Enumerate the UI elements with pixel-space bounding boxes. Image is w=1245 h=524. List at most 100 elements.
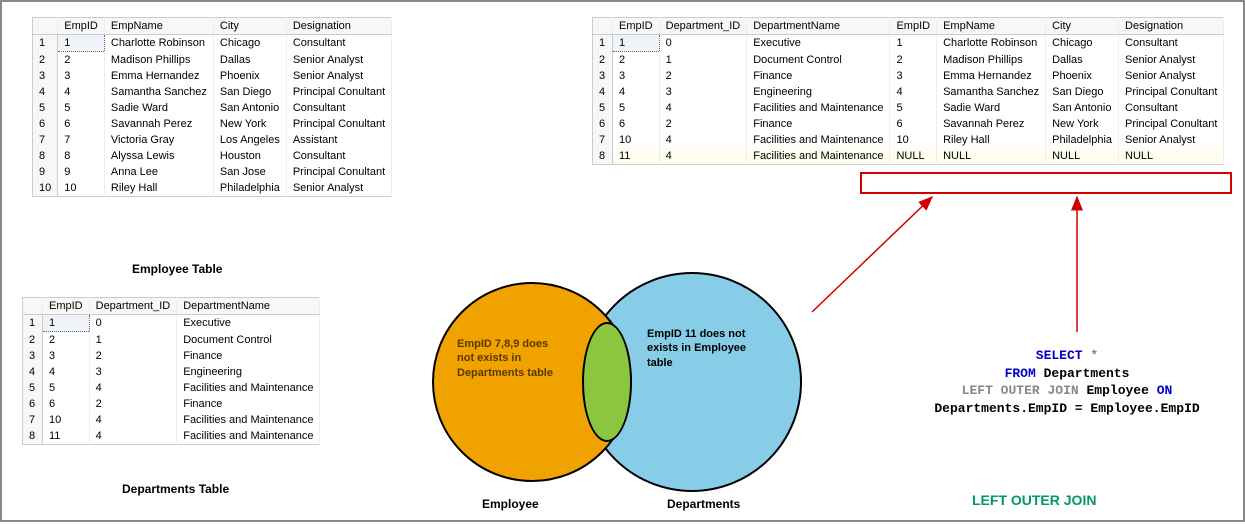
venn-left-text: EmpID 7,8,9 does not exists in Departmen… — [457, 337, 567, 380]
table-cell: Facilities and Maintenance — [747, 148, 890, 165]
table-cell: Executive — [177, 315, 320, 332]
table-cell: Dallas — [1046, 52, 1119, 69]
table-cell: Chicago — [1046, 35, 1119, 52]
table-cell: 3 — [43, 348, 90, 364]
sql-kw-join: LEFT OUTER JOIN — [962, 383, 1079, 398]
table-row: 7104Facilities and Maintenance — [23, 412, 320, 428]
table-cell: 9 — [33, 164, 58, 180]
table-cell: Phoenix — [213, 68, 286, 84]
table-cell: Principal Conultant — [286, 116, 391, 132]
table-row: 443Engineering4Samantha SanchezSan Diego… — [593, 84, 1224, 100]
table-cell: 3 — [659, 84, 747, 100]
table-cell: 4 — [659, 132, 747, 148]
table-cell: Principal Conultant — [286, 84, 391, 100]
table-cell: 7 — [33, 132, 58, 148]
column-header — [23, 298, 43, 315]
table-cell: Assistant — [286, 132, 391, 148]
table-cell: Principal Conultant — [1119, 84, 1224, 100]
table-cell: 3 — [58, 68, 105, 84]
table-cell: 2 — [593, 52, 613, 69]
employee-table: EmpIDEmpNameCityDesignation 11Charlotte … — [32, 17, 392, 197]
table-row: 662Finance — [23, 396, 320, 412]
table-cell: Senior Analyst — [286, 180, 391, 197]
venn-intersection — [582, 322, 632, 442]
table-cell: 6 — [58, 116, 105, 132]
table-cell: 4 — [43, 364, 90, 380]
table-cell: 2 — [43, 332, 90, 349]
sql-query: SELECT * FROM Departments LEFT OUTER JOI… — [902, 347, 1232, 417]
table-cell: Savannah Perez — [104, 116, 213, 132]
table-cell: 11 — [613, 148, 660, 165]
result-table: EmpIDDepartment_IDDepartmentNameEmpIDEmp… — [592, 17, 1224, 165]
column-header: Designation — [1119, 18, 1224, 35]
table-row: 110Executive — [23, 315, 320, 332]
table-cell: 6 — [43, 396, 90, 412]
table-row: 8114Facilities and MaintenanceNULLNULLNU… — [593, 148, 1224, 165]
table-cell: San Jose — [213, 164, 286, 180]
table-row: 7104Facilities and Maintenance10Riley Ha… — [593, 132, 1224, 148]
table-cell: Consultant — [286, 148, 391, 164]
table-cell: 3 — [890, 68, 937, 84]
table-row: 55Sadie WardSan AntonioConsultant — [33, 100, 392, 116]
table-cell: 2 — [89, 348, 177, 364]
table-cell: Samantha Sanchez — [104, 84, 213, 100]
table-cell: 7 — [23, 412, 43, 428]
table-cell: Dallas — [213, 52, 286, 69]
table-row: 662Finance6Savannah PerezNew YorkPrincip… — [593, 116, 1224, 132]
table-cell: 7 — [58, 132, 105, 148]
table-cell: 3 — [89, 364, 177, 380]
table-cell: Facilities and Maintenance — [177, 428, 320, 445]
departments-table: EmpIDDepartment_IDDepartmentName 110Exec… — [22, 297, 320, 445]
table-cell: 4 — [613, 84, 660, 100]
table-cell: Philadelphia — [1046, 132, 1119, 148]
table-cell: 2 — [890, 52, 937, 69]
table-row: 221Document Control2Madison PhillipsDall… — [593, 52, 1224, 69]
table-cell: 4 — [89, 380, 177, 396]
table-cell: Senior Analyst — [1119, 68, 1224, 84]
table-cell: Finance — [747, 116, 890, 132]
table-row: 88Alyssa LewisHoustonConsultant — [33, 148, 392, 164]
table-cell: 4 — [89, 412, 177, 428]
column-header: EmpID — [43, 298, 90, 315]
table-cell: 4 — [659, 100, 747, 116]
table-cell: Engineering — [747, 84, 890, 100]
venn-right-label: Departments — [667, 497, 740, 511]
table-cell: 7 — [593, 132, 613, 148]
table-cell: Consultant — [286, 35, 391, 52]
column-header: City — [1046, 18, 1119, 35]
table-cell: Savannah Perez — [937, 116, 1046, 132]
table-cell: 5 — [593, 100, 613, 116]
table-cell: 1 — [33, 35, 58, 52]
employee-table-caption: Employee Table — [132, 262, 222, 276]
column-header: Department_ID — [659, 18, 747, 35]
table-cell: Senior Analyst — [286, 68, 391, 84]
table-cell: Emma Hernandez — [104, 68, 213, 84]
table-row: 332Finance — [23, 348, 320, 364]
column-header: Department_ID — [89, 298, 177, 315]
table-cell: Riley Hall — [104, 180, 213, 197]
table-row: 99Anna LeeSan JosePrincipal Conultant — [33, 164, 392, 180]
table-row: 332Finance3Emma HernandezPhoenixSenior A… — [593, 68, 1224, 84]
table-row: 1010Riley HallPhiladelphiaSenior Analyst — [33, 180, 392, 197]
table-cell: 4 — [58, 84, 105, 100]
table-cell: 4 — [593, 84, 613, 100]
table-cell: San Antonio — [1046, 100, 1119, 116]
table-row: 554Facilities and Maintenance — [23, 380, 320, 396]
column-header: EmpID — [613, 18, 660, 35]
table-cell: 10 — [43, 412, 90, 428]
table-cell: 8 — [23, 428, 43, 445]
table-row: 554Facilities and Maintenance5Sadie Ward… — [593, 100, 1224, 116]
table-cell: 1 — [890, 35, 937, 52]
table-cell: 1 — [659, 52, 747, 69]
table-cell: 11 — [43, 428, 90, 445]
table-cell: 1 — [58, 35, 105, 52]
table-cell: Victoria Gray — [104, 132, 213, 148]
column-header: EmpName — [104, 18, 213, 35]
table-cell: Senior Analyst — [1119, 52, 1224, 69]
column-header: EmpID — [58, 18, 105, 35]
departments-table-caption: Departments Table — [122, 482, 229, 496]
table-cell: 6 — [33, 116, 58, 132]
table-cell: Samantha Sanchez — [937, 84, 1046, 100]
table-cell: 5 — [58, 100, 105, 116]
table-cell: 10 — [613, 132, 660, 148]
